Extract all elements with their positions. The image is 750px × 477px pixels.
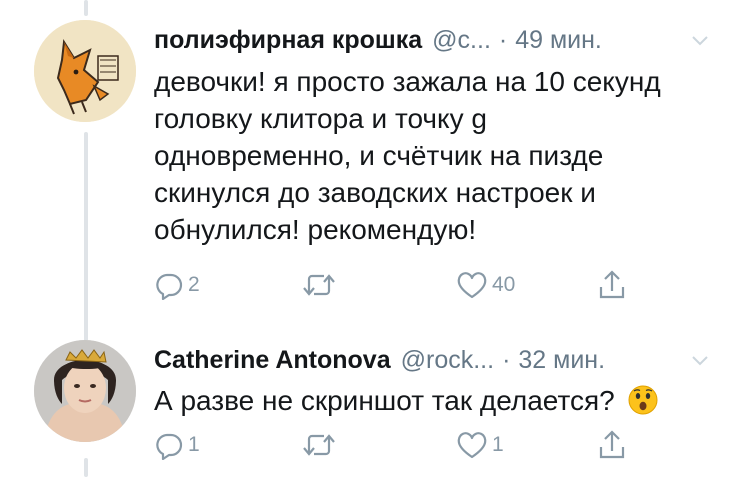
tweet-text-line: девочки! я просто зажала на 10 секунд: [154, 66, 661, 97]
display-name[interactable]: полиэфирная крошка: [154, 22, 422, 58]
timestamp[interactable]: 49 мин.: [515, 22, 602, 58]
tweet-text-line: скинулся до заводских настроек и: [154, 177, 596, 208]
share-icon: [599, 430, 625, 459]
avatar[interactable]: [34, 20, 136, 122]
separator-dot: ·: [502, 346, 511, 374]
tweet-actions: 1 1: [154, 428, 634, 462]
avatar[interactable]: [34, 340, 136, 442]
tweet-header: полиэфирная крошка @c... · 49 мин.: [154, 22, 602, 58]
tweet-text: А разве не скриншот так делается?: [154, 382, 724, 419]
reply-count: 2: [188, 273, 200, 296]
tweet-text-line: А разве не скриншот так делается?: [154, 382, 724, 419]
reply-icon: [156, 273, 183, 300]
retweet-icon: [303, 434, 335, 456]
separator-dot: ·: [498, 26, 508, 54]
reply-count: 1: [188, 433, 200, 456]
reply-icon: [156, 433, 183, 460]
retweet-button[interactable]: [302, 268, 340, 302]
retweet-icon: [303, 274, 335, 296]
woman-avatar-icon: [34, 340, 136, 442]
tweet-actions: 2 40: [154, 268, 634, 302]
tweet-text-line: одновременно, и счётчик на пизде: [154, 140, 604, 171]
display-name[interactable]: Catherine Antonova: [154, 342, 391, 378]
astonished-face-emoji-icon: [628, 385, 658, 415]
heart-icon: [457, 432, 487, 459]
share-button[interactable]: [597, 428, 627, 462]
like-button[interactable]: 1: [456, 428, 504, 462]
tweet-text-content: А разве не скриншот так делается?: [154, 385, 615, 416]
user-handle[interactable]: @rock...: [401, 342, 494, 378]
tweet-text-line: головку клитора и точку g: [154, 103, 487, 134]
fox-avatar-icon: [34, 20, 136, 122]
tweet-text: девочки! я просто зажала на 10 секунд го…: [154, 63, 724, 248]
reply-button[interactable]: 2: [154, 268, 200, 302]
retweet-button[interactable]: [302, 428, 340, 462]
tweet-text-line: обнулился! рекомендую!: [154, 214, 477, 245]
share-icon: [599, 270, 625, 299]
share-button[interactable]: [597, 268, 627, 302]
tweet[interactable]: полиэфирная крошка @c... · 49 мин. девоч…: [0, 0, 750, 310]
like-count: 1: [492, 433, 504, 456]
chevron-down-icon[interactable]: [690, 30, 710, 50]
user-handle[interactable]: @c...: [432, 22, 491, 58]
heart-icon: [457, 272, 487, 299]
tweet[interactable]: Catherine Antonova @rock... · 32 мин. А …: [0, 330, 750, 477]
timestamp[interactable]: 32 мин.: [518, 342, 605, 378]
chevron-down-icon[interactable]: [690, 350, 710, 370]
tweet-header: Catherine Antonova @rock... · 32 мин.: [154, 342, 605, 378]
like-count: 40: [492, 273, 516, 296]
like-button[interactable]: 40: [456, 268, 515, 302]
reply-button[interactable]: 1: [154, 428, 200, 462]
